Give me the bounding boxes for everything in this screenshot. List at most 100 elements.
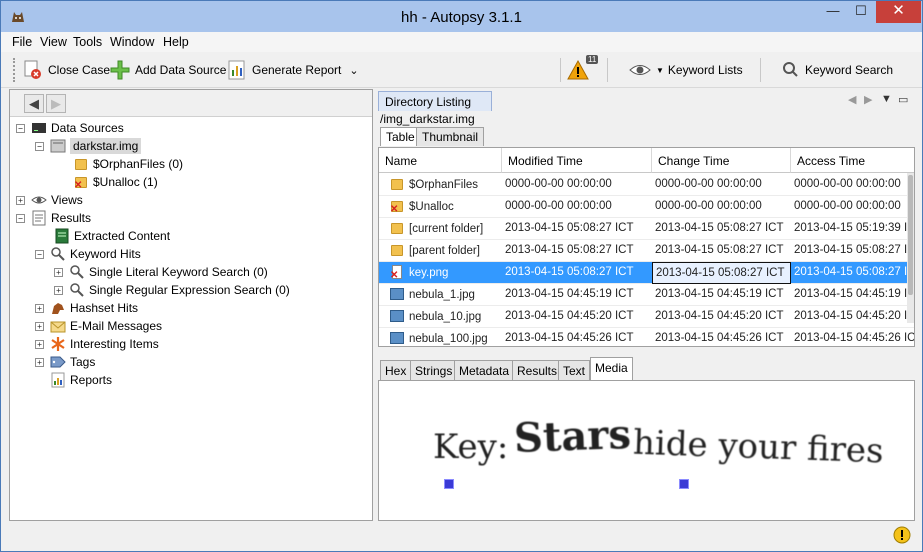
tab-media[interactable]: Media [590,357,633,380]
notification-icon[interactable] [893,526,911,544]
current-path: /img_darkstar.img [380,112,475,126]
table-row[interactable]: $OrphanFiles 0000-00-00 00:00:00 0000-00-0… [379,174,914,196]
tab-text[interactable]: Text [558,360,591,380]
cell-access-time: 2013-04-15 05:08:27 ICT [794,266,915,278]
column-header-change[interactable]: Change Time [652,148,791,173]
cell-modified-time: 2013-04-15 04:45:19 ICT [505,288,634,300]
search-icon [69,282,85,298]
eye-icon [629,60,651,80]
cell-modified-time: 2013-04-15 04:45:20 ICT [505,310,634,322]
tree-node-unalloc[interactable]: ✕ $Unalloc (1) [73,173,158,191]
cell-name: [current folder] [379,218,502,240]
menu-help[interactable]: Help [163,35,189,49]
toolbar-separator [607,58,608,82]
selection-marker[interactable] [679,479,689,489]
back-arrow-icon[interactable]: ◀ [24,94,44,113]
tree-node-interesting-items[interactable]: + Interesting Items [35,335,159,353]
cell-name: nebula_100.jpg [379,328,502,346]
tree-label: Reports [70,373,113,387]
tree-node-regex-search[interactable]: + Single Regular Expression Search (0) [54,281,290,299]
forward-arrow-icon[interactable]: ▶ [46,94,66,113]
extracted-content-icon [54,228,70,244]
tab-thumbnail[interactable]: Thumbnail [416,127,485,146]
menu-file[interactable]: File [12,35,32,49]
close-case-button[interactable]: Close Case [23,57,110,83]
expand-toggle[interactable]: + [35,321,44,331]
cell-modified-time: 0000-00-00 00:00:00 [505,200,612,212]
directory-listing-panel: Directory Listing ◀ ▶ ▼ ▭ /img_darkstar.… [378,89,915,521]
menu-tools[interactable]: Tools [73,35,102,49]
table-row[interactable]: ✕ $Unalloc 0000-00-00 00:00:00 0000-00-00 0… [379,196,914,218]
minimize-button[interactable]: — [819,1,847,23]
close-window-button[interactable]: ✕ [876,1,921,23]
table-scrollbar-thumb[interactable] [908,175,913,295]
table-row[interactable]: ✕ key.png 2013-04-15 05:08:27 ICT 2013-04-1… [379,262,914,284]
tree-node-literal-search[interactable]: + Single Literal Keyword Search (0) [54,263,268,281]
table-row[interactable]: nebula_1.jpg 2013-04-15 04:45:19 ICT 2013-… [379,284,914,306]
tree-node-orphanfiles[interactable]: $OrphanFiles (0) [73,155,183,173]
tab-table[interactable]: Table [380,127,421,146]
tree-node-hashset-hits[interactable]: + Hashset Hits [35,299,138,317]
generate-report-button[interactable]: Generate Report ⌄ [227,57,359,83]
keyword-search-label: Keyword Search [805,63,894,77]
collapse-toggle[interactable]: − [16,213,25,223]
tree-label: E-Mail Messages [70,319,163,333]
title-bar[interactable]: hh - Autopsy 3.1.1 — ☐ ✕ [1,1,922,32]
tree-node-tags[interactable]: + Tags [35,353,95,371]
file-table: Name Modified Time Change Time Access Ti… [378,147,915,347]
expand-toggle[interactable]: + [16,195,25,205]
table-row[interactable]: nebula_10.jpg 2013-04-15 04:45:20 ICT 2013… [379,306,914,328]
expand-toggle[interactable]: + [54,285,63,295]
table-row[interactable]: [current folder] 2013-04-15 05:08:27 ICT 2… [379,218,914,240]
toolbar: Close Case Add Data Source Generate Repo… [1,52,922,88]
column-header-name[interactable]: Name [379,148,502,173]
dropdown-arrow-icon: ▼ [656,65,664,75]
tab-hex[interactable]: Hex [380,360,412,380]
tag-icon [50,354,66,370]
tree-node-darkstar-img[interactable]: − darkstar.img [35,137,142,155]
cell-change-time: 2013-04-15 04:45:26 ICT [655,332,784,344]
collapse-toggle[interactable]: − [35,249,44,259]
tab-strings[interactable]: Strings [410,360,458,380]
tab-results[interactable]: Results [512,360,563,380]
expand-toggle[interactable]: + [35,339,44,349]
toolbar-grip[interactable] [13,58,17,82]
maximize-button[interactable]: ☐ [847,1,875,23]
tab-directory-listing[interactable]: Directory Listing [378,91,492,111]
collapse-toggle[interactable]: − [16,123,25,133]
report-dropdown-arrow[interactable]: ⌄ [349,64,358,77]
tree-node-views[interactable]: + Views [16,191,83,209]
tab-scroll-left-icon[interactable]: ◀ [848,93,856,106]
tree-node-results[interactable]: − Results [16,209,91,227]
file-name: [parent folder] [409,245,480,258]
expand-toggle[interactable]: + [54,267,63,277]
expand-toggle[interactable]: + [35,303,44,313]
key-image-preview: Key: Stars hide your fires [417,383,889,519]
file-name: nebula_10.jpg [409,311,482,324]
menu-window[interactable]: Window [110,35,154,49]
keyword-search-button[interactable]: Keyword Search [782,57,893,83]
tree-node-data-sources[interactable]: − Data Sources [16,119,124,137]
tree-node-keyword-hits[interactable]: − Keyword Hits [35,245,141,263]
column-header-access[interactable]: Access Time [791,148,914,173]
add-data-source-button[interactable]: Add Data Source [110,57,226,83]
maximize-panel-icon[interactable]: ▭ [898,93,908,106]
expand-toggle[interactable]: + [35,357,44,367]
tree-node-reports[interactable]: Reports [35,371,112,389]
cell-access-time: 0000-00-00 00:00:00 [794,178,901,190]
tree-node-email-messages[interactable]: + E-Mail Messages [35,317,162,335]
menu-view[interactable]: View [40,35,67,49]
keyword-lists-button[interactable]: ▼ Keyword Lists [629,57,743,83]
tab-scroll-right-icon[interactable]: ▶ [864,93,872,106]
column-header-modified[interactable]: Modified Time [502,148,652,173]
tab-metadata[interactable]: Metadata [454,360,515,380]
collapse-toggle[interactable]: − [35,141,44,151]
ingest-alert-button[interactable]: 11 [567,55,599,83]
tab-list-dropdown-icon[interactable]: ▼ [881,93,892,105]
selection-marker[interactable] [444,479,454,489]
table-row[interactable]: nebula_100.jpg 2013-04-15 04:45:26 ICT 201… [379,328,914,346]
table-row[interactable]: [parent folder] 2013-04-15 05:08:27 ICT 20… [379,240,914,262]
tree-node-extracted-content[interactable]: Extracted Content [54,227,170,245]
folder-icon [389,176,405,192]
tree-label: Single Regular Expression Search (0) [89,283,290,297]
